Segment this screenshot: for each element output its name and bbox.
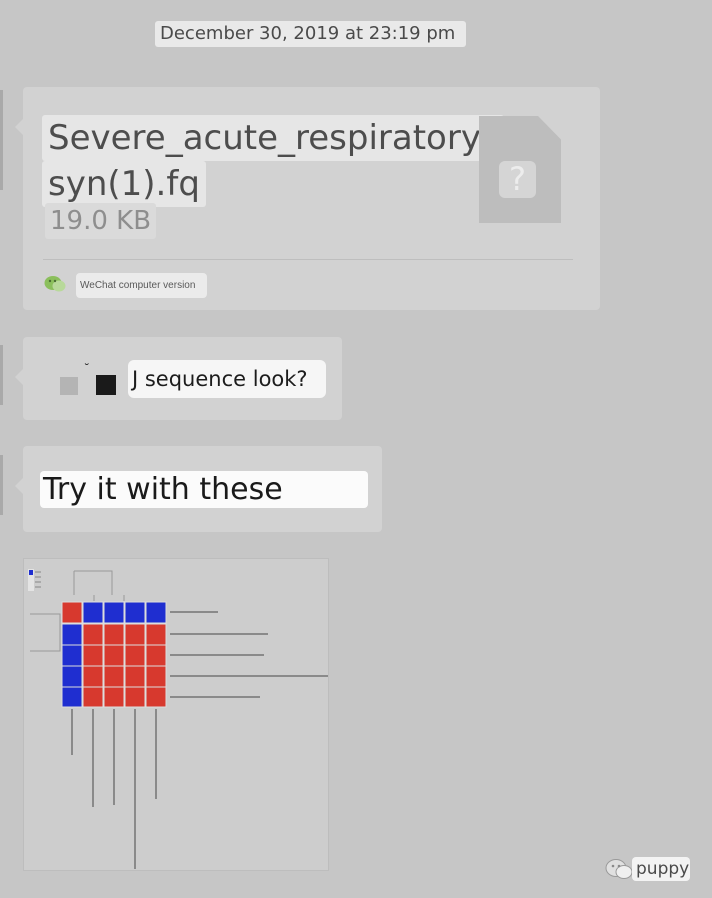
- file-size: 19.0 KB: [45, 203, 157, 239]
- message-text: Try it with these: [40, 471, 368, 508]
- wechat-icon: [605, 859, 633, 879]
- column-labels: [71, 709, 157, 869]
- legend-key: [28, 569, 41, 591]
- avatar-edge: [0, 455, 3, 515]
- file-name-line2: syn(1).fq: [42, 161, 206, 207]
- heatmap-image: [28, 569, 328, 869]
- unknown-file-icon: ?: [479, 116, 561, 223]
- question-mark-icon: ?: [499, 161, 536, 198]
- file-name-line1: Severe_acute_respiratory_: [42, 115, 504, 161]
- avatar-edge: [0, 90, 3, 190]
- wechat-icon: [44, 276, 66, 292]
- tick-mark-icon: ˘: [85, 361, 89, 375]
- message-timestamp: December 30, 2019 at 23:19 pm: [155, 21, 466, 47]
- source-label: WeChat computer version: [76, 273, 207, 298]
- avatar-edge: [0, 345, 3, 405]
- message-text: J sequence look?: [128, 360, 326, 398]
- heatmap-grid: [61, 601, 167, 708]
- file-divider: [43, 259, 573, 260]
- black-square-emoji: [96, 375, 116, 395]
- watermark-text: puppy: [632, 857, 690, 881]
- grey-square-emoji: [60, 377, 78, 395]
- row-labels: [170, 611, 328, 698]
